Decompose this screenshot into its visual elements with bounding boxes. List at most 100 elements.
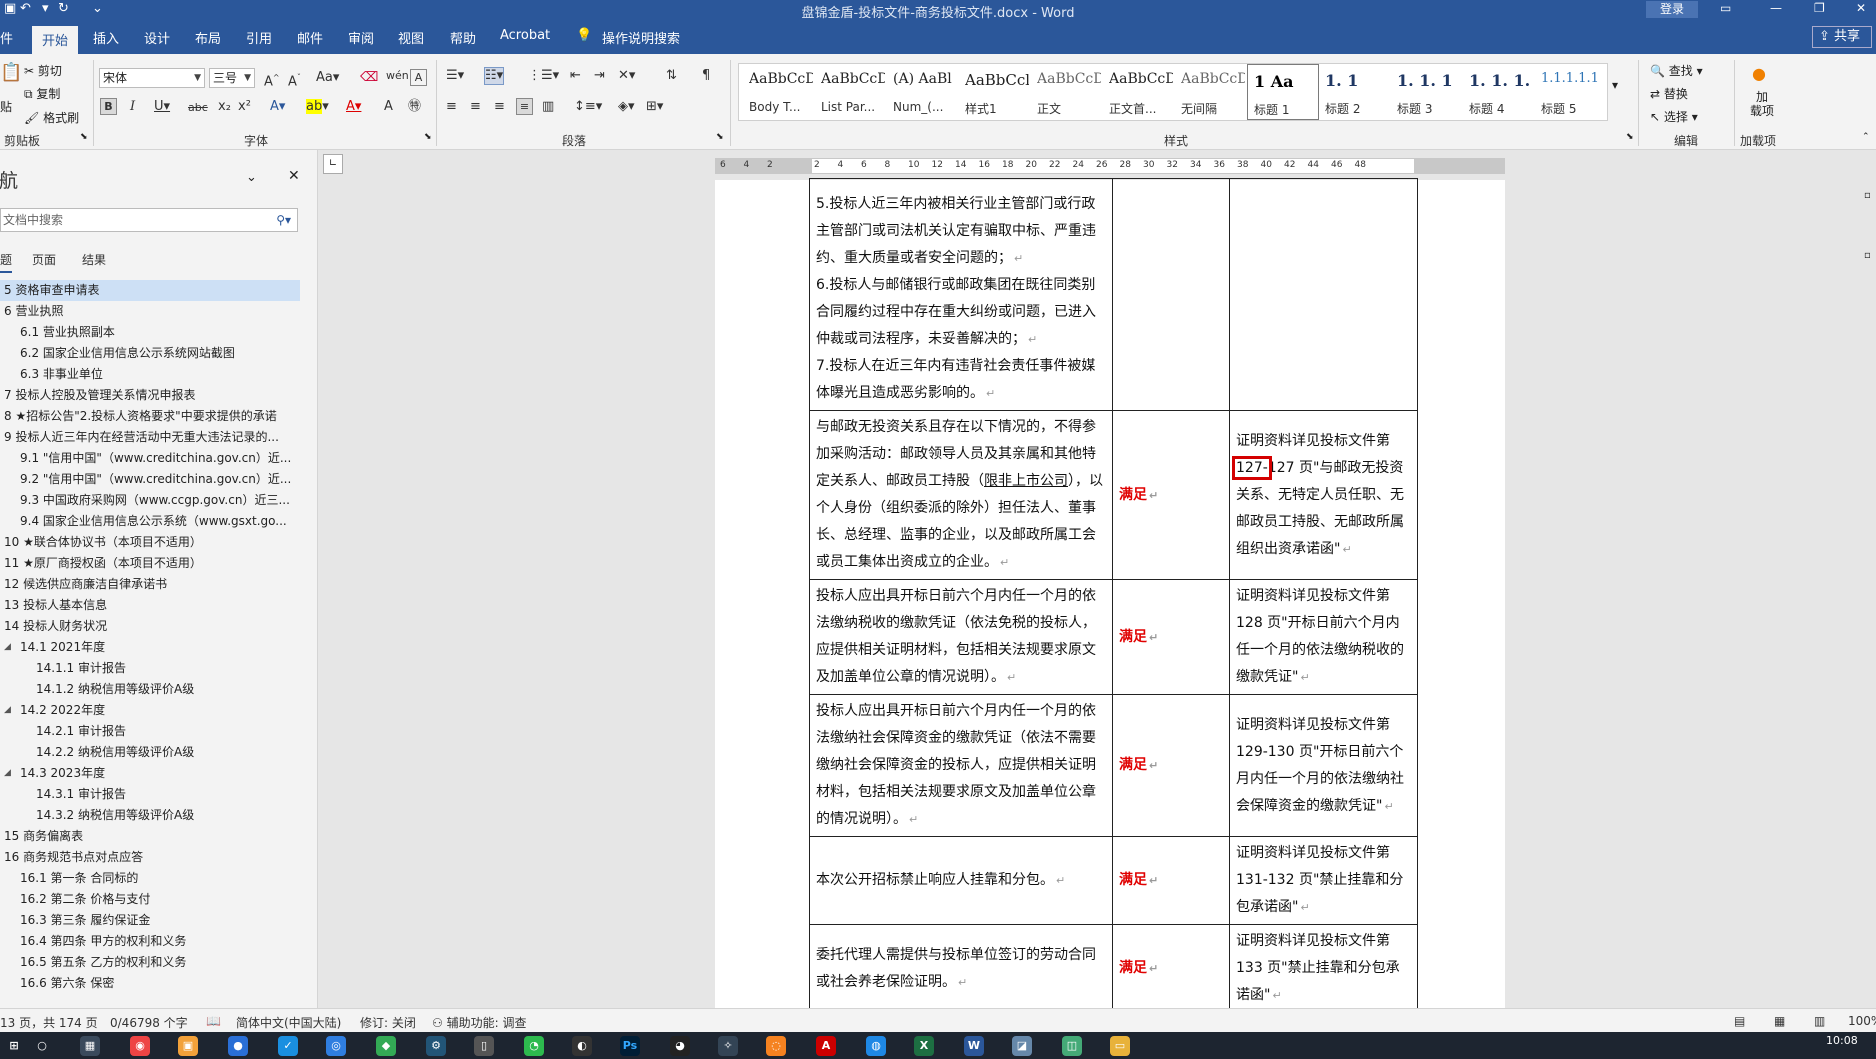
web-layout-icon[interactable]: ▥: [1814, 1014, 1825, 1028]
style-heading-4[interactable]: 1. 1. 1. 标题 4: [1463, 64, 1535, 120]
word-icon[interactable]: W: [964, 1036, 984, 1056]
distributed-icon[interactable]: ▥: [542, 99, 554, 115]
borders-icon[interactable]: ⊞▾: [646, 99, 663, 115]
vertical-scrollbar[interactable]: ▫ ▫: [1862, 150, 1876, 1008]
chinese-layout-icon[interactable]: ✕▾: [618, 68, 635, 84]
bold-icon[interactable]: B: [100, 98, 117, 115]
maximize-icon[interactable]: ❐: [1814, 1, 1825, 15]
requirement-cell[interactable]: 投标人应出具开标日前六个月内任一个月的依法缴纳社会保障资金的缴款凭证（依法不需要…: [809, 694, 1113, 837]
superscript-icon[interactable]: x²: [238, 99, 251, 115]
collapse-triangle-icon[interactable]: ◢: [4, 763, 11, 784]
app-icon[interactable]: ◪: [1012, 1036, 1032, 1056]
highlight-icon[interactable]: ab▾: [306, 99, 329, 115]
text-effects-icon[interactable]: A▾: [270, 99, 285, 115]
style-no-spacing[interactable]: AaBbCcDc 无间隔: [1175, 64, 1247, 120]
font-color-icon[interactable]: A▾: [346, 99, 361, 115]
change-case-icon[interactable]: Aa▾: [316, 70, 339, 86]
nav-heading-item[interactable]: 16.1 第一条 合同标的: [0, 868, 300, 889]
nav-heading-item[interactable]: 14.2.2 纳税信用等级评价A级: [0, 742, 300, 763]
nav-heading-item[interactable]: 16.4 第四条 甲方的权利和义务: [0, 931, 300, 952]
line-spacing-icon[interactable]: ↕≡▾: [574, 99, 602, 115]
nav-heading-item[interactable]: 16.6 第六条 保密: [0, 973, 300, 994]
nav-heading-item[interactable]: 6.2 国家企业信用信息公示系统网站截图: [0, 343, 300, 364]
status-cell[interactable]: 满足 ↵: [1112, 924, 1230, 1008]
nav-heading-item[interactable]: 6.1 营业执照副本: [0, 322, 300, 343]
sort-icon[interactable]: ⇅: [666, 68, 677, 84]
proof-cell[interactable]: 证明资料详见投标文件第127-127 页"与邮政无投资关系、无特定人员任职、无邮…: [1229, 410, 1418, 580]
status-cell[interactable]: 满足 ↵: [1112, 579, 1230, 695]
tab-selector[interactable]: ∟: [323, 154, 343, 174]
nav-heading-item[interactable]: 9.2 "信用中国"（www.creditchina.gov.cn）近...: [0, 469, 300, 490]
track-changes-status[interactable]: 修订: 关闭: [360, 1014, 416, 1031]
nav-heading-item[interactable]: 14 投标人财务状况: [0, 616, 300, 637]
bullets-icon[interactable]: ☰▾: [446, 68, 464, 84]
nav-heading-item[interactable]: 9 投标人近三年内在经营活动中无重大违法记录的...: [0, 427, 300, 448]
underline-icon[interactable]: U▾: [154, 99, 170, 115]
nav-heading-item[interactable]: 7 投标人控股及管理关系情况申报表: [0, 385, 300, 406]
format-painter-button[interactable]: 🖌 格式刷: [24, 109, 79, 126]
nav-tab-results[interactable]: 结果: [82, 251, 106, 268]
requirement-cell[interactable]: 与邮政无投资关系且存在以下情况的，不得参加采购活动：邮政领导人员及其亲属和其他特…: [809, 410, 1113, 580]
nav-heading-item[interactable]: 8 ★招标公告"2.投标人资格要求"中要求提供的承诺: [0, 406, 300, 427]
nav-heading-item[interactable]: ◢ 14.3 2023年度: [0, 763, 300, 784]
phonetic-guide-icon[interactable]: wén: [386, 68, 409, 84]
style-heading-3[interactable]: 1. 1. 1 标题 3: [1391, 64, 1463, 120]
tab-insert[interactable]: 插入: [93, 28, 119, 47]
word-count[interactable]: 0/46798 个字: [110, 1014, 188, 1031]
show-marks-icon[interactable]: ¶: [702, 68, 710, 84]
app-icon[interactable]: ◫: [1062, 1036, 1082, 1056]
tab-file[interactable]: 件: [0, 28, 13, 47]
accessibility-status[interactable]: ⚇ 辅助功能: 调查: [432, 1014, 526, 1031]
proof-cell[interactable]: 证明资料详见投标文件第 128 页"开标日前六个月内任一个月的依法缴纳税收的缴款…: [1229, 579, 1418, 695]
nav-heading-item[interactable]: 16.3 第三条 履约保证金: [0, 910, 300, 931]
close-icon[interactable]: ✕: [1856, 1, 1866, 15]
read-mode-icon[interactable]: ▤: [1734, 1014, 1745, 1028]
shrink-font-icon[interactable]: Aˇ: [288, 70, 301, 90]
ribbon-display-icon[interactable]: ▭: [1720, 1, 1731, 15]
nav-options-icon[interactable]: ⌄: [246, 170, 257, 185]
proof-cell[interactable]: 证明资料详见投标文件第 133 页"禁止挂靠和分包承诺函" ↵: [1229, 924, 1418, 1008]
proof-cell[interactable]: 证明资料详见投标文件第 131-132 页"禁止挂靠和分包承诺函" ↵: [1229, 836, 1418, 925]
increase-indent-icon[interactable]: ⇥: [594, 68, 605, 84]
file-explorer-icon[interactable]: ▭: [1110, 1036, 1130, 1056]
tab-home[interactable]: 开始: [32, 26, 79, 54]
align-center-icon[interactable]: ≡: [470, 99, 481, 115]
print-layout-icon[interactable]: ▦: [1774, 1014, 1785, 1028]
app-icon[interactable]: ⚙: [426, 1036, 446, 1056]
paragraph-launcher-icon[interactable]: ⬊: [716, 132, 724, 142]
tab-mailings[interactable]: 邮件: [297, 28, 323, 47]
proof-cell[interactable]: [1229, 178, 1418, 411]
nav-heading-item[interactable]: 9.3 中国政府采购网（www.ccgp.gov.cn）近三...: [0, 490, 300, 511]
app-icon[interactable]: ✧: [718, 1036, 738, 1056]
tab-references[interactable]: 引用: [246, 28, 272, 47]
styles-launcher-icon[interactable]: ⬊: [1626, 132, 1634, 142]
app-icon[interactable]: ◉: [130, 1036, 150, 1056]
browser-icon[interactable]: ◌: [766, 1036, 786, 1056]
app-icon[interactable]: ◎: [326, 1036, 346, 1056]
zoom-level[interactable]: 100%: [1848, 1014, 1876, 1028]
share-button[interactable]: ⇪ 共享: [1812, 26, 1872, 48]
char-border-icon[interactable]: A: [410, 69, 427, 86]
clear-format-icon[interactable]: ⌫: [360, 70, 378, 86]
search-icon[interactable]: ⚲▾: [276, 209, 291, 231]
font-launcher-icon[interactable]: ⬊: [424, 132, 432, 142]
nav-heading-item[interactable]: 16.2 第二条 价格与支付: [0, 889, 300, 910]
status-cell[interactable]: [1112, 178, 1230, 411]
search-icon[interactable]: ○: [32, 1036, 52, 1056]
collapse-triangle-icon[interactable]: ◢: [4, 637, 11, 658]
nav-heading-item[interactable]: 11 ★原厂商授权函（本项目不适用）: [0, 553, 300, 574]
tab-view[interactable]: 视图: [398, 28, 424, 47]
style-normal-first[interactable]: AaBbCcDc 正文首...: [1103, 64, 1175, 120]
proofing-icon[interactable]: 📖: [206, 1014, 221, 1028]
nav-heading-item[interactable]: 14.3.2 纳税信用等级评价A级: [0, 805, 300, 826]
calculator-icon[interactable]: ▦: [80, 1036, 100, 1056]
status-cell[interactable]: 满足 ↵: [1112, 694, 1230, 837]
document-page[interactable]: 5.投标人近三年内被相关行业主管部门或行政主管部门或司法机关认定有骗取中标、严重…: [715, 178, 1505, 1008]
tab-review[interactable]: 审阅: [348, 28, 374, 47]
horizontal-ruler[interactable]: 6 4 2 2 4 6 8 10 12 14 16 18 20 22 24 26 28 30 32 34 36 38 40 4…: [715, 158, 1505, 174]
grow-font-icon[interactable]: A^: [264, 70, 280, 90]
copy-button[interactable]: ⧉ 复制: [24, 85, 60, 102]
app-icon[interactable]: ✓: [278, 1036, 298, 1056]
multilevel-list-icon[interactable]: ⋮☰▾: [528, 68, 559, 84]
app-icon[interactable]: ◐: [572, 1036, 592, 1056]
